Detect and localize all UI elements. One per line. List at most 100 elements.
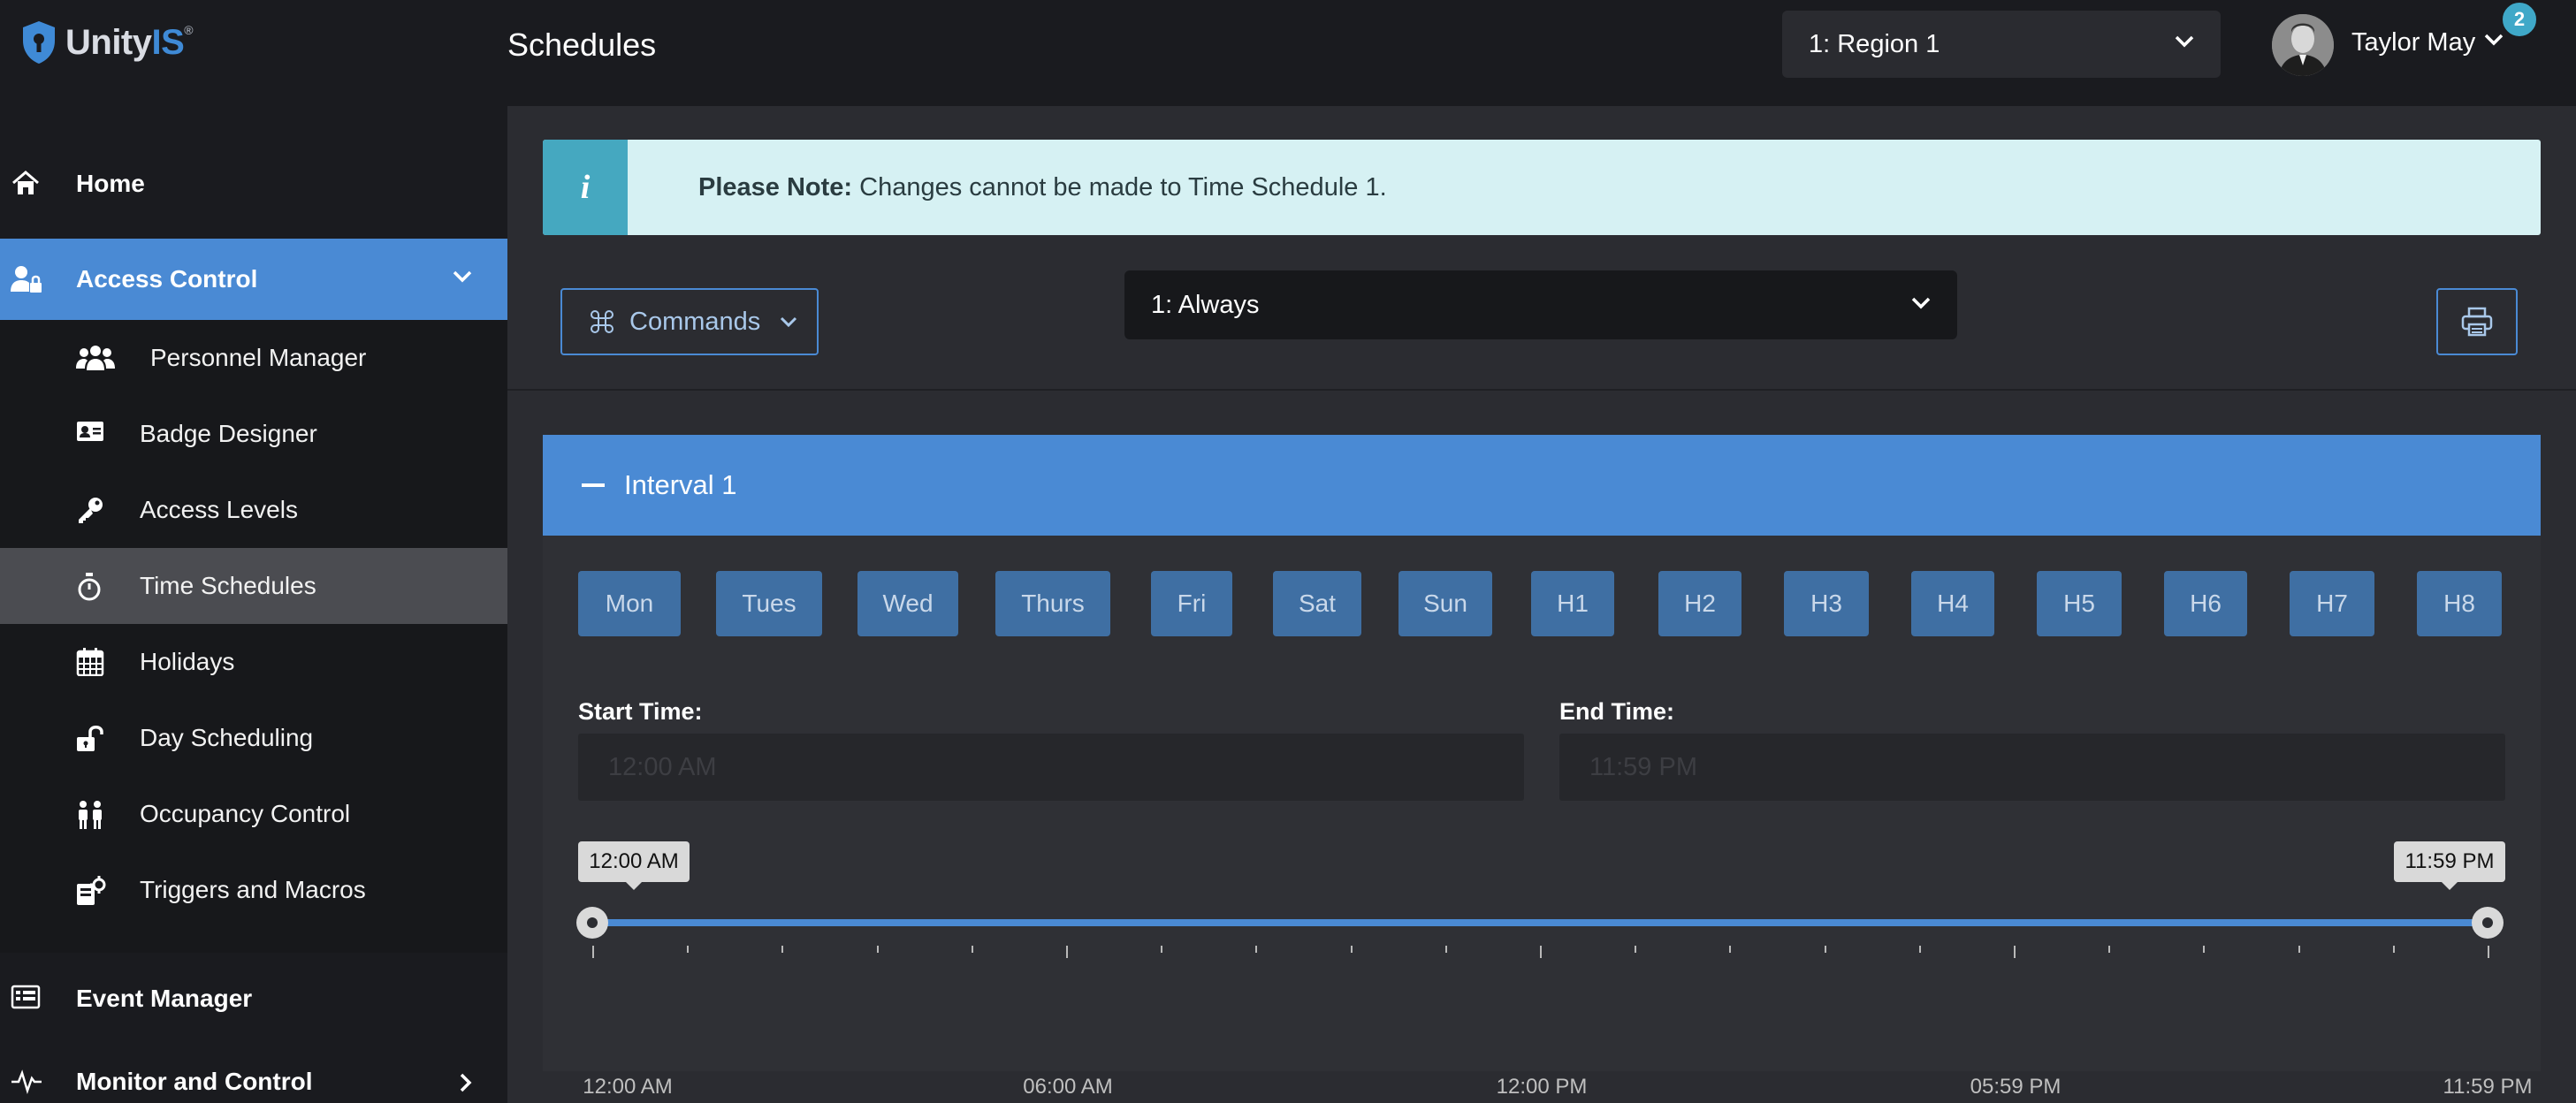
slider-tick: [1540, 946, 1542, 958]
day-button-wed[interactable]: Wed: [857, 571, 958, 636]
brand-logo[interactable]: UnityIS®: [19, 18, 194, 67]
page-title: Schedules: [507, 27, 657, 63]
main-content: i Please Note: Changes cannot be made to…: [507, 106, 2576, 1103]
sidebar-item-time-schedules[interactable]: Time Schedules: [0, 548, 507, 624]
sidebar-item-event-manager[interactable]: Event Manager: [0, 958, 507, 1039]
interval-title: Interval 1: [624, 469, 737, 500]
sidebar-item-occupancy-control[interactable]: Occupancy Control: [0, 776, 507, 852]
day-button-h6[interactable]: H6: [2164, 571, 2247, 636]
interval-header[interactable]: Interval 1: [543, 435, 2541, 536]
day-button-h3[interactable]: H3: [1784, 571, 1869, 636]
start-time-input[interactable]: 12:00 AM: [578, 734, 1524, 801]
alert-message: Please Note: Changes cannot be made to T…: [698, 173, 1387, 202]
scale-label: 12:00 PM: [1496, 1075, 1588, 1099]
slider-tick: [2488, 946, 2489, 958]
key-icon: [76, 496, 104, 524]
print-button[interactable]: [2436, 288, 2518, 355]
sidebar: Home Access Control Personnel Manager Ba…: [0, 106, 507, 1103]
unlock-icon: [76, 724, 104, 752]
slider-tick: [1350, 946, 1353, 953]
day-button-sat[interactable]: Sat: [1273, 571, 1361, 636]
chevron-down-icon: [2175, 35, 2194, 48]
users-icon: [76, 344, 115, 372]
sidebar-item-access-levels[interactable]: Access Levels: [0, 472, 507, 548]
scale-label: 06:00 AM: [1023, 1075, 1113, 1099]
time-range-slider[interactable]: [592, 919, 2491, 926]
slider-tick: [1255, 946, 1258, 953]
info-alert: i Please Note: Changes cannot be made to…: [543, 140, 2541, 235]
day-button-h1[interactable]: H1: [1531, 571, 1614, 636]
region-select[interactable]: 1: Region 1: [1782, 11, 2221, 78]
slider-tick: [1824, 946, 1826, 953]
shield-logo-icon: [19, 19, 58, 65]
slider-tick: [687, 946, 690, 953]
slider-tick: [1635, 946, 1637, 953]
sidebar-item-holidays[interactable]: Holidays: [0, 624, 507, 700]
slider-tick: [781, 946, 784, 953]
toolbar-area: i Please Note: Changes cannot be made to…: [507, 106, 2576, 391]
slider-start-handle[interactable]: [576, 907, 608, 939]
slider-tick: [2108, 946, 2111, 953]
id-card-icon: [76, 420, 104, 443]
chevron-down-icon: [453, 270, 472, 283]
sidebar-item-triggers-and-macros[interactable]: Triggers and Macros: [0, 852, 507, 928]
day-button-h7[interactable]: H7: [2290, 571, 2374, 636]
stopwatch-icon: [76, 572, 103, 602]
day-button-h4[interactable]: H4: [1911, 571, 1994, 636]
scale-label: 12:00 AM: [583, 1075, 673, 1099]
top-bar: UnityIS® Schedules 1: Region 1 Taylor Ma…: [0, 0, 2576, 106]
user-lock-icon: [11, 265, 42, 293]
scale-label: 05:59 PM: [1970, 1075, 2062, 1099]
user-name[interactable]: Taylor May: [2351, 28, 2475, 57]
day-button-mon[interactable]: Mon: [578, 571, 681, 636]
sidebar-item-home[interactable]: Home: [0, 143, 507, 224]
chevron-right-icon: [460, 1073, 472, 1092]
slider-tick: [1444, 946, 1447, 953]
slider-tick: [1918, 946, 1921, 953]
calendar-icon: [76, 648, 104, 676]
day-button-fri[interactable]: Fri: [1151, 571, 1232, 636]
day-button-h8[interactable]: H8: [2417, 571, 2502, 636]
user-avatar[interactable]: [2272, 14, 2334, 76]
heartbeat-icon: [11, 1068, 42, 1094]
day-button-thurs[interactable]: Thurs: [995, 571, 1110, 636]
sidebar-item-monitor-and-control[interactable]: Monitor and Control: [0, 1041, 507, 1103]
brand-name: UnityIS®: [65, 22, 194, 62]
slider-tick: [2298, 946, 2300, 953]
slider-tick: [2392, 946, 2395, 953]
event-list-icon: [11, 985, 41, 1009]
interval-panel: Interval 1 Mon Tues Wed Thurs Fri Sat Su…: [543, 435, 2541, 1099]
home-icon: [11, 170, 41, 196]
slider-end-handle[interactable]: [2472, 907, 2504, 939]
access-control-submenu: Personnel Manager Badge Designer Access …: [0, 320, 507, 953]
slider-tick: [971, 946, 973, 953]
day-button-sun[interactable]: Sun: [1399, 571, 1492, 636]
command-key-icon: [591, 310, 614, 333]
sidebar-item-access-control[interactable]: Access Control: [0, 239, 507, 320]
slider-tick: [592, 946, 594, 958]
slider-tick: [2014, 946, 2016, 958]
commands-button[interactable]: Commands: [560, 288, 819, 355]
schedule-select-value: 1: Always: [1151, 290, 1260, 319]
sidebar-item-personnel-manager[interactable]: Personnel Manager: [0, 320, 507, 396]
collapse-minus-icon: [582, 483, 605, 487]
schedule-select[interactable]: 1: Always: [1124, 270, 1957, 339]
notification-badge[interactable]: 2: [2500, 0, 2539, 39]
people-icon: [76, 800, 104, 830]
day-button-h2[interactable]: H2: [1658, 571, 1741, 636]
slider-tick: [1066, 946, 1068, 958]
end-time-label: End Time:: [1559, 698, 1675, 725]
printer-icon: [2461, 307, 2493, 337]
scale-label: 11:59 PM: [2443, 1075, 2533, 1099]
region-select-value: 1: Region 1: [1809, 29, 1940, 58]
slider-tick: [1161, 946, 1163, 953]
commands-label: Commands: [629, 307, 761, 336]
day-button-tues[interactable]: Tues: [716, 571, 822, 636]
sidebar-item-day-scheduling[interactable]: Day Scheduling: [0, 700, 507, 776]
slider-end-tooltip: 11:59 PM: [2394, 841, 2505, 890]
day-button-h5[interactable]: H5: [2037, 571, 2122, 636]
info-icon: i: [543, 140, 628, 235]
sidebar-item-badge-designer[interactable]: Badge Designer: [0, 396, 507, 472]
user-menu-chevron-icon[interactable]: [2484, 34, 2504, 46]
end-time-input[interactable]: 11:59 PM: [1559, 734, 2505, 801]
